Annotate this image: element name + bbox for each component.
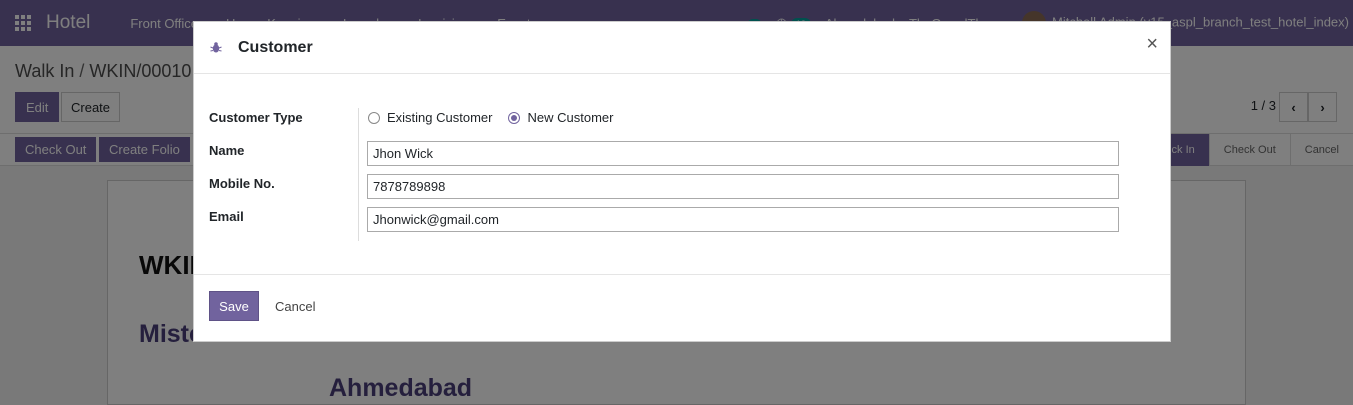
mobile-field[interactable]: 7878789898	[367, 174, 1119, 199]
save-button[interactable]: Save	[209, 291, 259, 321]
dialog-title: Customer	[238, 38, 313, 56]
existing-customer-radio[interactable]	[368, 111, 380, 124]
dialog-header: Customer ×	[194, 22, 1170, 74]
customer-type-label: Customer Type	[209, 110, 303, 125]
customer-type-radio-group: Existing Customer New Customer	[368, 110, 629, 125]
email-field[interactable]: Jhonwick@gmail.com	[367, 207, 1119, 232]
new-customer-radio[interactable]	[508, 111, 521, 124]
email-label: Email	[209, 209, 244, 224]
dialog-footer: Save Cancel	[194, 274, 1170, 343]
dialog-body: Customer Type Name Mobile No. Email Exis…	[194, 74, 1170, 274]
customer-dialog: Customer × Customer Type Name Mobile No.…	[193, 21, 1171, 342]
field-divider	[358, 108, 359, 241]
close-icon[interactable]: ×	[1146, 34, 1158, 54]
name-label: Name	[209, 143, 245, 158]
existing-customer-label[interactable]: Existing Customer	[387, 110, 492, 125]
bug-icon[interactable]	[209, 41, 223, 55]
new-customer-label[interactable]: New Customer	[527, 110, 613, 125]
mobile-label: Mobile No.	[209, 176, 275, 191]
cancel-button[interactable]: Cancel	[275, 291, 315, 321]
name-field[interactable]: Jhon Wick	[367, 141, 1119, 166]
